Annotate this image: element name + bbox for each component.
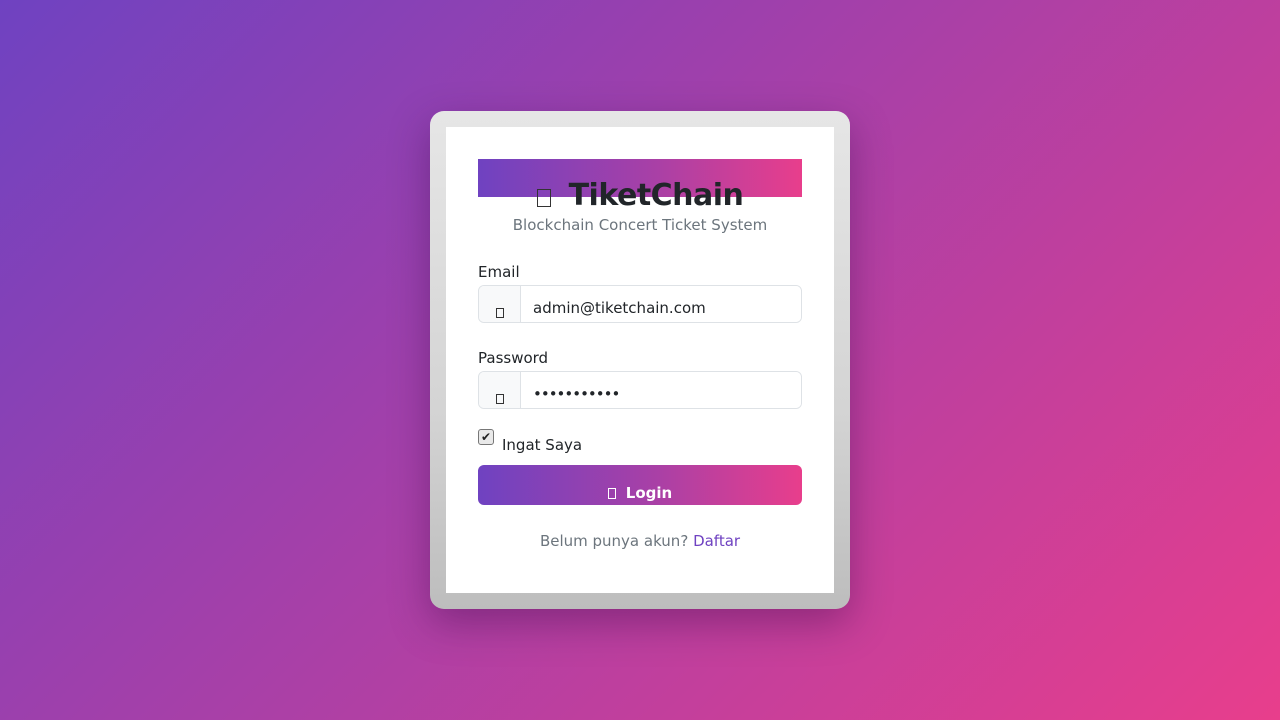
brand-title: TiketChain (478, 175, 802, 215)
brand-name: TiketChain (568, 177, 744, 213)
password-input[interactable] (521, 372, 801, 408)
remember-me: ✔ Ingat Saya (478, 429, 582, 454)
register-link[interactable]: Daftar (693, 532, 740, 550)
brand-subtitle: Blockchain Concert Ticket System (512, 216, 768, 234)
envelope-icon (495, 308, 504, 318)
email-input-group (478, 285, 802, 323)
lock-icon (495, 394, 504, 404)
password-input-group (478, 371, 802, 409)
password-label: Password (478, 349, 549, 367)
remember-checkbox[interactable]: ✔ (478, 429, 494, 445)
email-label: Email (478, 263, 520, 281)
login-button[interactable]: Login (478, 465, 802, 505)
remember-label: Ingat Saya (502, 436, 583, 454)
login-card: TiketChain Blockchain Concert Ticket Sys… (446, 127, 834, 593)
login-card-frame: TiketChain Blockchain Concert Ticket Sys… (430, 111, 850, 609)
login-button-label: Login (625, 484, 673, 502)
password-addon (479, 372, 521, 408)
email-input[interactable] (521, 286, 801, 322)
register-prompt-text: Belum punya akun? (539, 532, 689, 550)
login-icon (607, 488, 616, 499)
email-addon (479, 286, 521, 322)
register-prompt: Belum punya akun? Daftar (478, 532, 802, 550)
ticket-icon (536, 189, 551, 207)
